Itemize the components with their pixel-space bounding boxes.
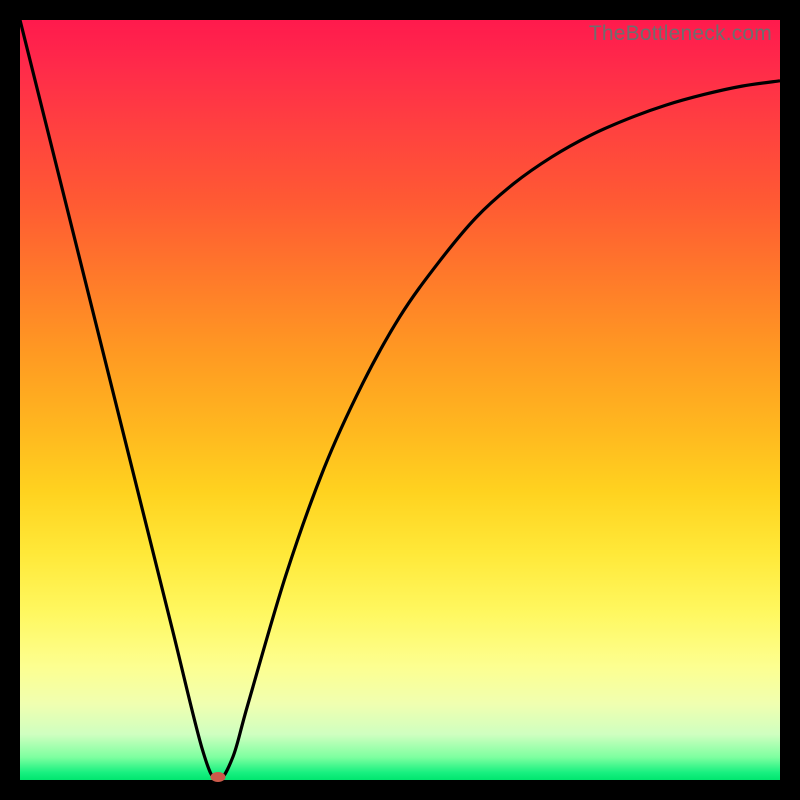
plot-area: TheBottleneck.com bbox=[20, 20, 780, 780]
curve-path bbox=[20, 20, 780, 780]
minimum-marker bbox=[210, 772, 225, 782]
bottleneck-curve bbox=[20, 20, 780, 780]
watermark-text: TheBottleneck.com bbox=[589, 22, 772, 46]
chart-frame: TheBottleneck.com bbox=[20, 20, 780, 780]
